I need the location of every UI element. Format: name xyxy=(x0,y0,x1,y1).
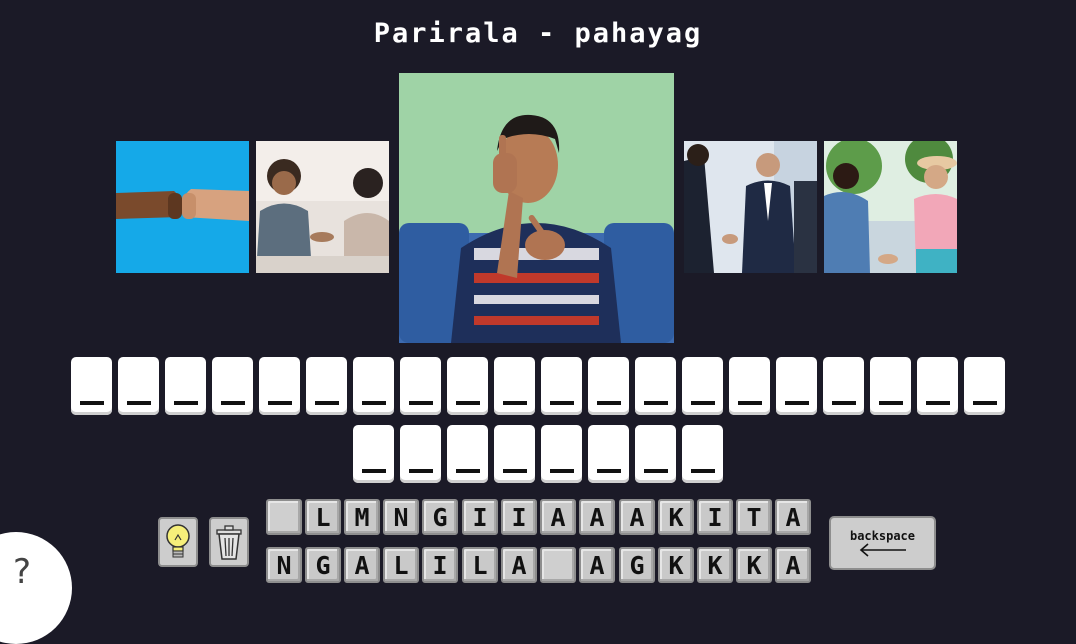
answer-slot[interactable] xyxy=(541,425,582,483)
letter-tile[interactable]: N xyxy=(266,547,302,583)
letter-tile[interactable]: G xyxy=(422,499,458,535)
clear-button[interactable] xyxy=(209,517,249,567)
trash-can-icon xyxy=(216,525,242,560)
left-arrow-icon xyxy=(859,543,906,557)
letter-tile[interactable]: G xyxy=(619,547,655,583)
letter-tile[interactable]: A xyxy=(579,547,615,583)
answer-slot[interactable] xyxy=(729,357,770,415)
letter-tile[interactable]: K xyxy=(658,547,694,583)
lightbulb-icon xyxy=(166,524,190,558)
answer-slot[interactable] xyxy=(917,357,958,415)
answer-slot[interactable] xyxy=(71,357,112,415)
letter-tile[interactable] xyxy=(266,499,302,535)
letter-tile[interactable]: A xyxy=(775,547,811,583)
letter-tile[interactable]: N xyxy=(383,499,419,535)
sign-language-video xyxy=(399,73,674,343)
hint-photo-fist-bump xyxy=(116,141,249,273)
answer-row-1 xyxy=(0,357,1076,415)
answer-slot[interactable] xyxy=(588,357,629,415)
answer-slot[interactable] xyxy=(447,425,488,483)
answer-slot[interactable] xyxy=(494,425,535,483)
answer-slot[interactable] xyxy=(212,357,253,415)
letter-tile[interactable]: K xyxy=(736,547,772,583)
letter-tile[interactable]: M xyxy=(344,499,380,535)
letter-tile[interactable]: L xyxy=(462,547,498,583)
hint-button[interactable] xyxy=(158,517,198,567)
question-mark-icon[interactable]: ? xyxy=(13,552,31,592)
letter-tile[interactable]: A xyxy=(775,499,811,535)
answer-slot[interactable] xyxy=(447,357,488,415)
answer-slot[interactable] xyxy=(823,357,864,415)
puzzle-title: Parirala - pahayag xyxy=(373,18,703,49)
answer-slot[interactable] xyxy=(870,357,911,415)
letter-tile[interactable]: I xyxy=(697,499,733,535)
answer-slot[interactable] xyxy=(682,357,723,415)
letter-tile[interactable]: A xyxy=(344,547,380,583)
answer-slot[interactable] xyxy=(306,357,347,415)
letter-tile[interactable]: A xyxy=(619,499,655,535)
answer-slot[interactable] xyxy=(682,425,723,483)
answer-slot[interactable] xyxy=(635,357,676,415)
answer-slot[interactable] xyxy=(400,357,441,415)
answer-slot[interactable] xyxy=(964,357,1005,415)
letter-tile[interactable]: T xyxy=(736,499,772,535)
letter-tile[interactable] xyxy=(540,547,576,583)
hint-photo-desk-handshake xyxy=(256,141,389,273)
help-button[interactable] xyxy=(0,532,72,644)
letter-tile[interactable]: L xyxy=(305,499,341,535)
backspace-label: backspace xyxy=(849,529,916,543)
answer-slot[interactable] xyxy=(541,357,582,415)
answer-slot[interactable] xyxy=(635,425,676,483)
answer-slot[interactable] xyxy=(494,357,535,415)
letter-tile[interactable]: A xyxy=(501,547,537,583)
letter-tile[interactable]: L xyxy=(383,547,419,583)
answer-slot[interactable] xyxy=(165,357,206,415)
hint-photo-business-handshake xyxy=(684,141,817,273)
letter-tile[interactable]: K xyxy=(658,499,694,535)
letter-tile[interactable]: G xyxy=(305,547,341,583)
letter-tile[interactable]: A xyxy=(579,499,615,535)
letter-tile[interactable]: K xyxy=(697,547,733,583)
answer-slot[interactable] xyxy=(353,357,394,415)
answer-slot[interactable] xyxy=(259,357,300,415)
answer-row-2 xyxy=(0,425,1076,483)
answer-slot[interactable] xyxy=(353,425,394,483)
letter-tile[interactable]: I xyxy=(462,499,498,535)
answer-slot[interactable] xyxy=(588,425,629,483)
letter-tile[interactable]: A xyxy=(540,499,576,535)
answer-slot[interactable] xyxy=(400,425,441,483)
hint-photo-women-handshake xyxy=(824,141,957,273)
letter-tile[interactable]: I xyxy=(501,499,537,535)
answer-slot[interactable] xyxy=(776,357,817,415)
backspace-button[interactable]: backspace xyxy=(829,516,936,570)
letter-tile[interactable]: I xyxy=(422,547,458,583)
answer-slot[interactable] xyxy=(118,357,159,415)
